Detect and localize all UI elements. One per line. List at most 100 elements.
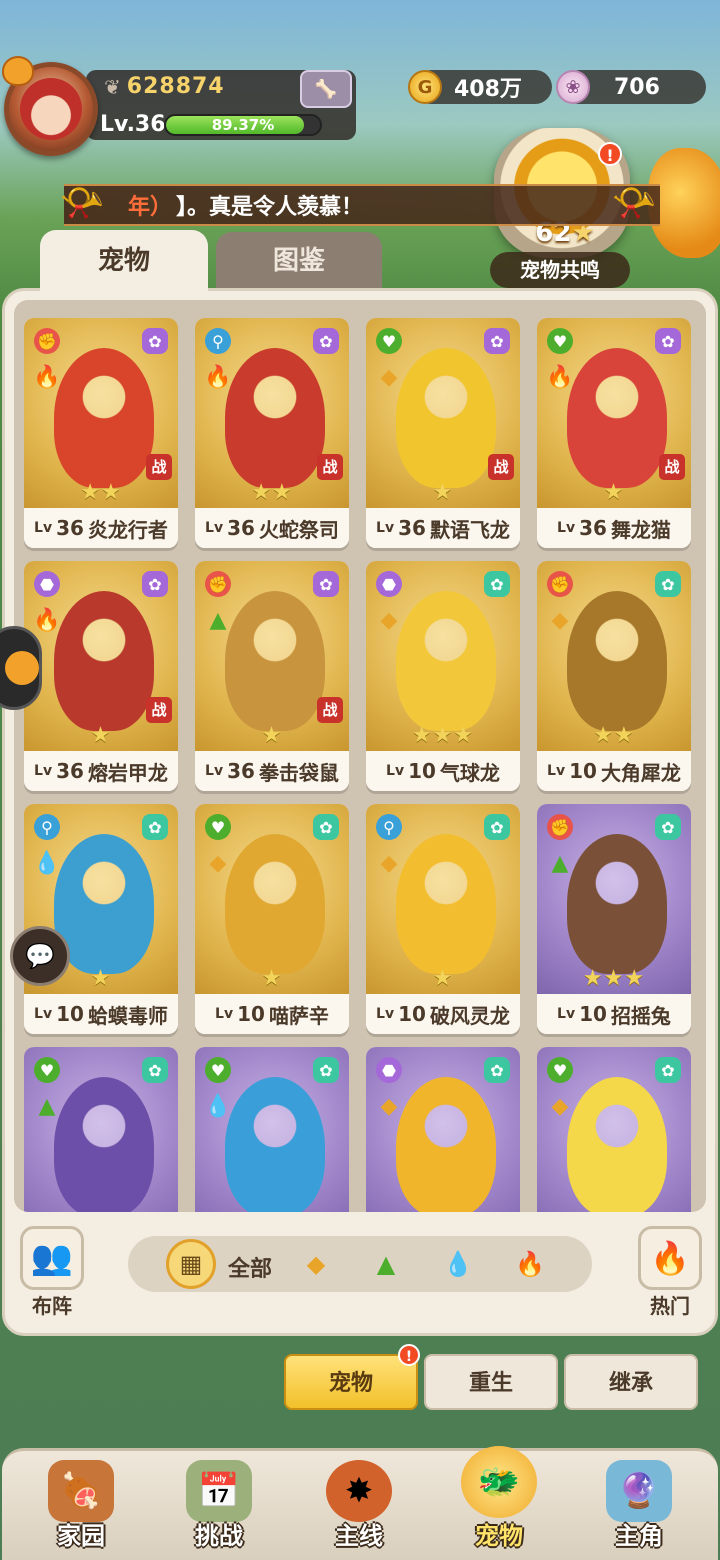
pet-level: 10	[56, 1002, 84, 1026]
formation-button[interactable]: 👥	[20, 1226, 84, 1290]
shell-currency[interactable]: ❀ 706	[556, 70, 706, 104]
pet-creature-image	[54, 591, 154, 731]
pet-card[interactable]: ⚲ ◆ ✿ ★ Lv 10 破风灵龙	[366, 804, 520, 1034]
filter-fire-icon[interactable]: 🔥	[506, 1240, 554, 1288]
pet-stars: ★★	[80, 480, 122, 505]
pet-name-bar: Lv 10 大角犀龙	[537, 751, 691, 791]
level-prefix: Lv	[557, 520, 576, 536]
hot-button[interactable]: 🔥	[638, 1226, 702, 1290]
nav-pets-label: 宠物	[475, 1522, 523, 1550]
pet-class-icon: ⚲	[376, 814, 402, 840]
pet-stars: ★★★	[411, 723, 475, 748]
level-prefix: Lv	[557, 1006, 576, 1022]
nav-hero[interactable]: 🔮 主角	[584, 1456, 694, 1556]
pet-card[interactable]: ⚲ 💧 ✿ ★ Lv 10 蛤蟆毒师	[24, 804, 178, 1034]
pet-paw-icon: ✿	[313, 571, 339, 597]
resonance-label[interactable]: 宠物共鸣	[490, 252, 630, 288]
pet-paw-icon: ✿	[655, 814, 681, 840]
level-prefix: Lv	[376, 520, 395, 536]
pet-stars: ★	[432, 480, 454, 505]
horn-icon: 📯	[59, 183, 105, 224]
pet-creature-image	[567, 834, 667, 974]
pet-card[interactable]: ⚲ 🔥 ✿ 战 ★★ Lv 36 火蛇祭司	[195, 318, 349, 548]
pet-class-icon: ♥	[547, 1057, 573, 1083]
pet-name: 大角犀龙	[600, 760, 681, 785]
pet-card[interactable]: ♥ ▲ ✿	[24, 1047, 178, 1212]
pet-creature-image	[225, 348, 325, 488]
chat-icon[interactable]: 💬	[10, 926, 70, 986]
pet-creature-image	[567, 1077, 667, 1212]
pet-card[interactable]: ♥ ◆ ✿ ★ Lv 10 喵萨辛	[195, 804, 349, 1034]
pet-card[interactable]: ♥ 🔥 ✿ 战 ★ Lv 36 舞龙猫	[537, 318, 691, 548]
filter-all-icon[interactable]: ▦	[166, 1239, 216, 1289]
pet-paw-icon: ✿	[484, 1057, 510, 1083]
pet-element-icon: ◆	[209, 850, 227, 876]
player-level: Lv.36	[100, 112, 166, 137]
subtab-inherit[interactable]: 继承	[564, 1354, 698, 1410]
tab-codex[interactable]: 图鉴	[216, 232, 382, 290]
shell-value: 706	[614, 74, 660, 100]
tab-pets[interactable]: 宠物	[40, 230, 208, 292]
filter-grass-icon[interactable]: ▲	[362, 1240, 410, 1288]
hot-label: 热门	[650, 1294, 690, 1318]
pet-element-icon: ▲	[38, 1093, 56, 1119]
filter-all-label[interactable]: 全部	[228, 1251, 272, 1283]
pet-card[interactable]: ⬣ ◆ ✿	[366, 1047, 520, 1212]
subtab-rebirth[interactable]: 重生	[424, 1354, 558, 1410]
pet-card[interactable]: ✊ ▲ ✿ ★★★ Lv 10 招摇兔	[537, 804, 691, 1034]
battle-badge: 战	[317, 454, 343, 480]
pet-name-bar: Lv 36 舞龙猫	[537, 508, 691, 548]
meat-icon: 🍖	[48, 1460, 114, 1522]
filter-earth-icon[interactable]: ◆	[292, 1240, 340, 1288]
pet-name-bar: Lv 10 气球龙	[366, 751, 520, 791]
horn-icon: 📯	[611, 183, 657, 224]
pet-name-bar: Lv 10 破风灵龙	[366, 994, 520, 1034]
pet-class-icon: ♥	[376, 328, 402, 354]
side-pet-shortcut[interactable]	[0, 626, 42, 710]
bone-icon[interactable]: 🦴	[300, 70, 352, 108]
pet-card[interactable]: ✊ 🔥 ✿ 战 ★★ Lv 36 炎龙行者	[24, 318, 178, 548]
pet-card[interactable]: ✊ ▲ ✿ 战 ★ Lv 36 拳击袋鼠	[195, 561, 349, 791]
nav-home-label: 家园	[57, 1522, 105, 1550]
pet-element-icon: ◆	[551, 607, 569, 633]
subtab-pets[interactable]: 宠物	[284, 1354, 418, 1410]
pet-level: 36	[579, 516, 607, 540]
pet-card[interactable]: ⬣ ◆ ✿ ★★★ Lv 10 气球龙	[366, 561, 520, 791]
pet-stars: ★	[261, 966, 283, 991]
filter-water-icon[interactable]: 💧	[434, 1240, 482, 1288]
pet-paw-icon: ✿	[142, 1057, 168, 1083]
pet-creature-image	[54, 348, 154, 488]
compass-icon: ✸	[326, 1460, 392, 1522]
pet-card[interactable]: ♥ 💧 ✿	[195, 1047, 349, 1212]
pet-name-bar: Lv 36 火蛇祭司	[195, 508, 349, 548]
pet-card[interactable]: ♥ ◆ ✿ 战 ★ Lv 36 默语飞龙	[366, 318, 520, 548]
pet-element-icon: ◆	[380, 607, 398, 633]
pet-creature-image	[396, 834, 496, 974]
battle-badge: 战	[146, 697, 172, 723]
pet-level: 36	[56, 759, 84, 783]
pet-element-icon: ◆	[380, 850, 398, 876]
broadcast-message: 】。真是令人羡慕！	[176, 195, 364, 220]
pet-level: 10	[569, 759, 597, 783]
pet-class-icon: ♥	[205, 1057, 231, 1083]
level-prefix: Lv	[215, 1006, 234, 1022]
pet-creature-image	[225, 1077, 325, 1212]
pet-name-bar: Lv 36 炎龙行者	[24, 508, 178, 548]
nav-challenge[interactable]: 📅 挑战	[164, 1456, 274, 1556]
nav-home[interactable]: 🍖 家园	[26, 1456, 136, 1556]
level-prefix: Lv	[376, 1006, 395, 1022]
pet-card[interactable]: ✊ ◆ ✿ ★★ Lv 10 大角犀龙	[537, 561, 691, 791]
pet-class-icon: ♥	[34, 1057, 60, 1083]
pet-name: 喵萨辛	[268, 1003, 329, 1028]
nav-main-line[interactable]: ✸ 主线	[304, 1456, 414, 1556]
pet-card[interactable]: ⬣ 🔥 ✿ 战 ★ Lv 36 熔岩甲龙	[24, 561, 178, 791]
pet-card[interactable]: ♥ ◆ ✿	[537, 1047, 691, 1212]
pet-element-icon: 🔥	[33, 364, 61, 390]
gold-currency[interactable]: G 408万	[408, 70, 552, 104]
pet-stars: ★	[90, 723, 112, 748]
pet-class-icon: ✊	[34, 328, 60, 354]
pet-name: 炎龙行者	[87, 517, 168, 542]
nav-pets[interactable]: 🐲 宠物	[444, 1446, 554, 1556]
pet-element-icon: ▲	[551, 850, 569, 876]
level-prefix: Lv	[205, 763, 224, 779]
